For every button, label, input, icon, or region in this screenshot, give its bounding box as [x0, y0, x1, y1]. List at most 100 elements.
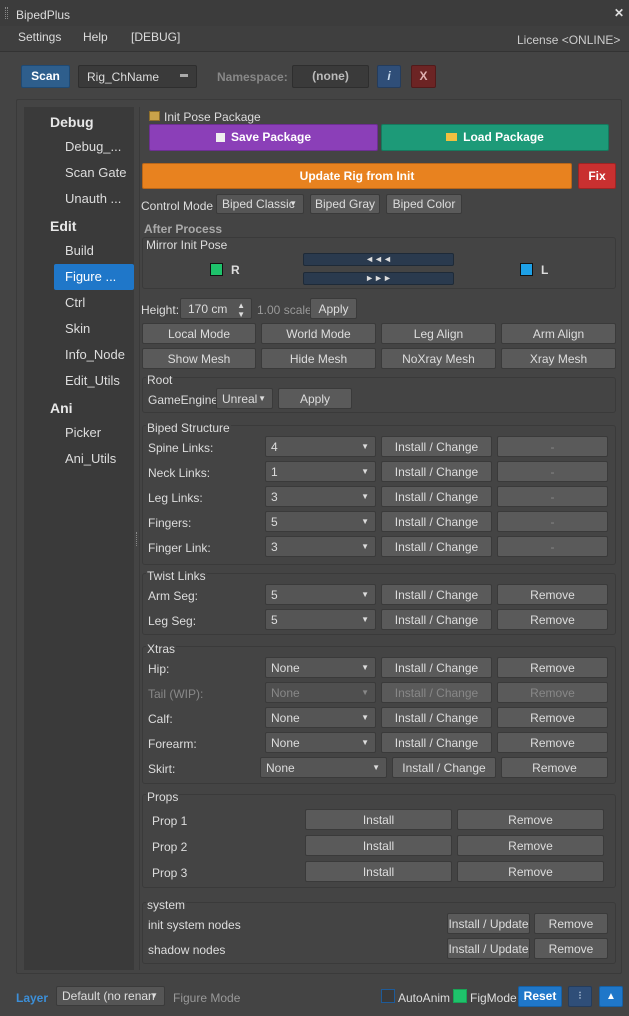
- fix-button[interactable]: Fix: [578, 163, 616, 189]
- leg-links-dropdown-value: 3: [271, 490, 278, 504]
- local-mode-button[interactable]: Local Mode: [142, 323, 256, 344]
- leg-links-install-button[interactable]: Install / Change: [381, 486, 492, 507]
- close-icon[interactable]: ✕: [614, 6, 624, 20]
- field-handle-icon: [180, 74, 188, 77]
- forearm-remove-button[interactable]: Remove: [497, 732, 608, 753]
- collapse-up-button[interactable]: ▲: [599, 986, 623, 1007]
- namespace-field[interactable]: (none): [292, 65, 369, 88]
- menu-settings[interactable]: Settings: [18, 30, 61, 44]
- twist-links-title: Twist Links: [146, 569, 207, 583]
- menu-debug[interactable]: [DEBUG]: [131, 30, 180, 44]
- nav-item-skin[interactable]: Skin: [54, 316, 134, 342]
- biped-gray-button[interactable]: Biped Gray: [310, 194, 380, 214]
- clear-namespace-button[interactable]: X: [411, 65, 436, 88]
- nav-item-build[interactable]: Build: [54, 238, 134, 264]
- hide-mesh-button[interactable]: Hide Mesh: [261, 348, 376, 369]
- prop-3-remove-button[interactable]: Remove: [457, 861, 604, 882]
- calf-dropdown[interactable]: None ▼: [265, 707, 376, 728]
- nav-item-unauth[interactable]: Unauth ...: [54, 186, 134, 212]
- noxray-mesh-button[interactable]: NoXray Mesh: [381, 348, 496, 369]
- hip-remove-button[interactable]: Remove: [497, 657, 608, 678]
- neck-links-dropdown[interactable]: 1 ▼: [265, 461, 376, 482]
- mirror-to-right-button[interactable]: ►►►: [303, 272, 454, 285]
- calf-remove-button[interactable]: Remove: [497, 707, 608, 728]
- show-mesh-button[interactable]: Show Mesh: [142, 348, 256, 369]
- nav-item-scan-gate[interactable]: Scan Gate: [54, 160, 134, 186]
- height-apply-button[interactable]: Apply: [310, 298, 357, 319]
- forearm-install-button[interactable]: Install / Change: [381, 732, 492, 753]
- world-mode-button[interactable]: World Mode: [261, 323, 376, 344]
- spine-links-label: Spine Links:: [148, 441, 214, 455]
- nav-item-ani-utils[interactable]: Ani_Utils: [54, 446, 134, 472]
- shadow-nodes-remove-button[interactable]: Remove: [534, 938, 608, 959]
- prop-1-label: Prop 1: [152, 814, 188, 828]
- rig-name-field[interactable]: Rig_ChName: [78, 65, 197, 88]
- fingers-install-button[interactable]: Install / Change: [381, 511, 492, 532]
- finger-link-dropdown[interactable]: 3 ▼: [265, 536, 376, 557]
- arm-seg-dropdown[interactable]: 5 ▼: [265, 584, 376, 605]
- root-apply-button[interactable]: Apply: [278, 388, 352, 409]
- prop-2-install-button[interactable]: Install: [305, 835, 452, 856]
- prop-1-install-button[interactable]: Install: [305, 809, 452, 830]
- skirt-dropdown[interactable]: None ▼: [260, 757, 387, 778]
- calf-install-button[interactable]: Install / Change: [381, 707, 492, 728]
- tail-wip-dropdown-value: None: [271, 686, 300, 700]
- figmode-checkbox[interactable]: [453, 989, 467, 1003]
- nav-item-figure[interactable]: Figure ...: [54, 264, 134, 290]
- game-engine-dropdown[interactable]: Unreal ▼: [216, 388, 273, 409]
- leg-seg-remove-button[interactable]: Remove: [497, 609, 608, 630]
- chevron-down-icon: ▼: [361, 467, 369, 476]
- mirror-to-left-button[interactable]: ◄◄◄: [303, 253, 454, 266]
- spine-links-dropdown[interactable]: 4 ▼: [265, 436, 376, 457]
- leg-align-button[interactable]: Leg Align: [381, 323, 496, 344]
- neck-links-install-button[interactable]: Install / Change: [381, 461, 492, 482]
- chevron-down-icon: ▼: [361, 713, 369, 722]
- neck-links-dropdown-value: 1: [271, 465, 278, 479]
- info-button[interactable]: i: [377, 65, 401, 88]
- tail-wip-dropdown[interactable]: None ▼: [265, 682, 376, 703]
- layer-dropdown[interactable]: Default (no renan ▼: [56, 986, 165, 1006]
- leg-seg-dropdown[interactable]: 5 ▼: [265, 609, 376, 630]
- fingers-dropdown[interactable]: 5 ▼: [265, 511, 376, 532]
- nav-section-edit: Edit: [50, 218, 77, 234]
- height-spinner[interactable]: 170 cm ▲ ▼: [180, 298, 252, 319]
- nav-item-picker[interactable]: Picker: [54, 420, 134, 446]
- leg-links-dropdown[interactable]: 3 ▼: [265, 486, 376, 507]
- nav-item-info-node[interactable]: Info_Node: [54, 342, 134, 368]
- skirt-install-button[interactable]: Install / Change: [392, 757, 496, 778]
- finger-link-install-button[interactable]: Install / Change: [381, 536, 492, 557]
- chevron-down-icon: ▼: [361, 442, 369, 451]
- chevron-down-icon: ▼: [361, 492, 369, 501]
- prop-2-remove-button[interactable]: Remove: [457, 835, 604, 856]
- prop-1-remove-button[interactable]: Remove: [457, 809, 604, 830]
- leg-seg-install-button[interactable]: Install / Change: [381, 609, 492, 630]
- nav-item-edit-utils[interactable]: Edit_Utils: [54, 368, 134, 394]
- prop-3-install-button[interactable]: Install: [305, 861, 452, 882]
- arm-seg-remove-button[interactable]: Remove: [497, 584, 608, 605]
- arm-align-button[interactable]: Arm Align: [501, 323, 616, 344]
- shadow-nodes-install-button[interactable]: Install / Update: [447, 938, 530, 959]
- hip-install-button[interactable]: Install / Change: [381, 657, 492, 678]
- save-package-button[interactable]: Save Package: [149, 124, 378, 151]
- title-bar: BipedPlus ✕: [0, 0, 629, 26]
- load-package-button[interactable]: Load Package: [381, 124, 609, 151]
- spine-links-install-button[interactable]: Install / Change: [381, 436, 492, 457]
- autoanim-checkbox[interactable]: [381, 989, 395, 1003]
- menu-help[interactable]: Help: [83, 30, 108, 44]
- nav-item-ctrl[interactable]: Ctrl: [54, 290, 134, 316]
- hip-dropdown[interactable]: None ▼: [265, 657, 376, 678]
- control-mode-dropdown[interactable]: Biped Classic ▼: [216, 194, 304, 214]
- init-system-nodes-remove-button[interactable]: Remove: [534, 913, 608, 934]
- xray-mesh-button[interactable]: Xray Mesh: [501, 348, 616, 369]
- nav-item-debug[interactable]: Debug_...: [54, 134, 134, 160]
- forearm-dropdown[interactable]: None ▼: [265, 732, 376, 753]
- arm-seg-install-button[interactable]: Install / Change: [381, 584, 492, 605]
- init-system-nodes-install-button[interactable]: Install / Update: [447, 913, 530, 934]
- reset-button[interactable]: Reset: [518, 986, 562, 1007]
- update-rig-button[interactable]: Update Rig from Init: [142, 163, 572, 189]
- finger-link-label: Finger Link:: [148, 541, 211, 555]
- more-button[interactable]: ⁝: [568, 986, 592, 1007]
- biped-color-button[interactable]: Biped Color: [386, 194, 462, 214]
- skirt-remove-button[interactable]: Remove: [501, 757, 608, 778]
- scan-button[interactable]: Scan: [21, 65, 70, 88]
